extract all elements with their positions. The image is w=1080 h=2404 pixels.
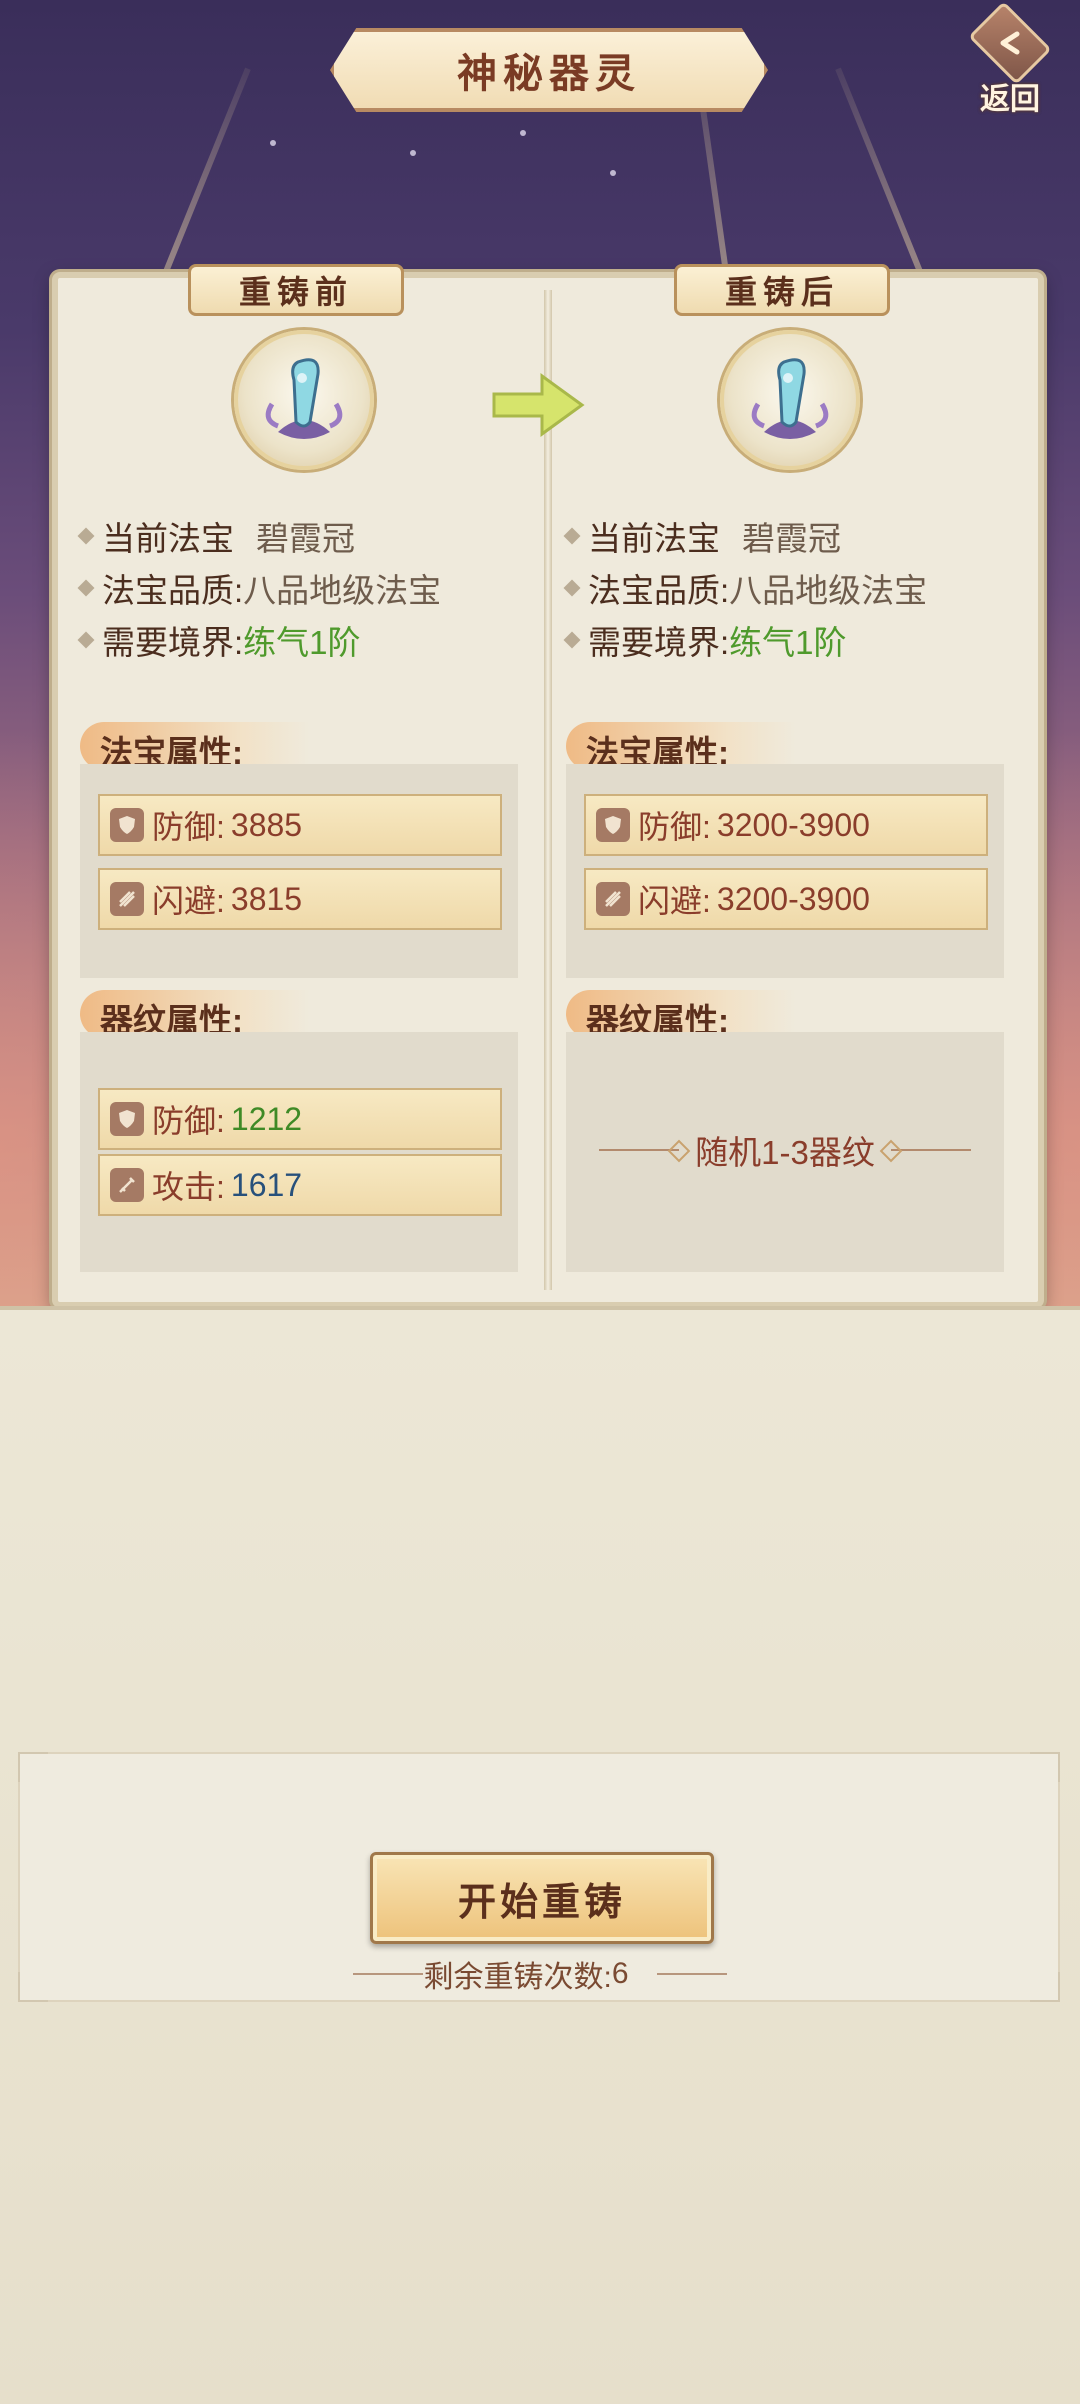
corner-ornament-icon <box>18 1752 48 1782</box>
shield-icon <box>110 1102 144 1136</box>
info-row-current: 当前法宝 碧霞冠 <box>563 510 927 562</box>
corner-ornament-icon <box>18 1972 48 2002</box>
info-row-quality: 法宝品质: 八品地级法宝 <box>563 562 927 614</box>
corner-ornament-icon <box>1030 1972 1060 2002</box>
before-info: 当前法宝 碧霞冠 法宝品质: 八品地级法宝 需要境界: 练气1阶 <box>77 510 441 666</box>
before-tag: 重铸前 <box>188 264 404 316</box>
ornament-right-icon <box>890 1149 971 1151</box>
start-reforge-button[interactable]: 开始重铸 <box>370 1852 714 1944</box>
treasure-attr-heading: 法宝属性: <box>80 722 310 771</box>
dodge-icon <box>596 882 630 916</box>
attr-defense: 防御: 3200-3900 <box>584 794 988 856</box>
transform-arrow-icon <box>492 373 585 437</box>
rune-attr-defense: 防御: 1212 <box>98 1088 502 1150</box>
attr-dodge: 闪避: 3815 <box>98 868 502 930</box>
star-decoration <box>520 130 526 136</box>
before-tag-label: 重铸前 <box>238 274 353 310</box>
before-column: 重铸前 当前法宝 碧霞冠 法宝品质: 八品地级法宝 需要境界: 练气1阶 法宝属… <box>58 264 544 1302</box>
back-label: 返回 <box>980 83 1040 116</box>
after-tag: 重铸后 <box>674 264 890 316</box>
ornament-line-icon <box>656 1973 727 1975</box>
info-row-realm: 需要境界: 练气1阶 <box>77 614 441 666</box>
star-decoration <box>610 170 616 176</box>
info-row-current: 当前法宝 碧霞冠 <box>77 510 441 562</box>
after-column: 重铸后 当前法宝 碧霞冠 法宝品质: 八品地级法宝 需要境界: 练气1阶 法宝属… <box>544 264 1030 1302</box>
title-banner: 神秘器灵 <box>330 28 768 112</box>
random-rune-note: 随机1-3器纹 <box>566 1126 1004 1174</box>
attr-defense: 防御: 3885 <box>98 794 502 856</box>
shield-icon <box>110 808 144 842</box>
diamond-bullet-icon <box>77 631 95 649</box>
start-reforge-label: 开始重铸 <box>457 1881 626 1924</box>
diamond-bullet-icon <box>563 527 581 545</box>
info-row-quality: 法宝品质: 八品地级法宝 <box>77 562 441 614</box>
shield-icon <box>596 808 630 842</box>
after-info: 当前法宝 碧霞冠 法宝品质: 八品地级法宝 需要境界: 练气1阶 <box>563 510 927 666</box>
treasure-attr-box: 防御: 3885 闪避: 3815 <box>80 764 518 978</box>
hanging-rope <box>835 67 931 293</box>
treasure-attr-box: 防御: 3200-3900 闪避: 3200-3900 <box>566 764 1004 978</box>
back-button[interactable]: 返回 <box>960 1 1060 118</box>
hanging-rope <box>155 67 251 293</box>
rune-attr-heading: 器纹属性: <box>80 990 310 1039</box>
back-arrow-icon <box>968 1 1052 85</box>
treasure-crown-icon[interactable] <box>234 330 374 470</box>
attr-dodge: 闪避: 3200-3900 <box>584 868 988 930</box>
rune-attr-box: 防御: 1212 攻击: 1617 <box>80 1032 518 1272</box>
rune-attr-heading: 器纹属性: <box>566 990 796 1039</box>
ornament-line-icon <box>353 1973 424 1975</box>
corner-ornament-icon <box>1030 1752 1060 1782</box>
treasure-attr-heading: 法宝属性: <box>566 722 796 771</box>
ornament-left-icon <box>599 1149 680 1151</box>
sword-icon <box>110 1168 144 1202</box>
page-title: 神秘器灵 <box>457 52 641 96</box>
rune-attr-box: 随机1-3器纹 <box>566 1032 1004 1272</box>
diamond-bullet-icon <box>563 631 581 649</box>
rune-attr-attack: 攻击: 1617 <box>98 1154 502 1216</box>
dodge-icon <box>110 882 144 916</box>
diamond-bullet-icon <box>563 579 581 597</box>
info-row-realm: 需要境界: 练气1阶 <box>563 614 927 666</box>
diamond-bullet-icon <box>77 579 95 597</box>
star-decoration <box>270 140 276 146</box>
diamond-bullet-icon <box>77 527 95 545</box>
treasure-crown-icon[interactable] <box>720 330 860 470</box>
star-decoration <box>410 150 416 156</box>
remaining-reforge-count: 剩余重铸次数: 6 <box>300 1952 780 1996</box>
after-tag-label: 重铸后 <box>724 274 839 310</box>
